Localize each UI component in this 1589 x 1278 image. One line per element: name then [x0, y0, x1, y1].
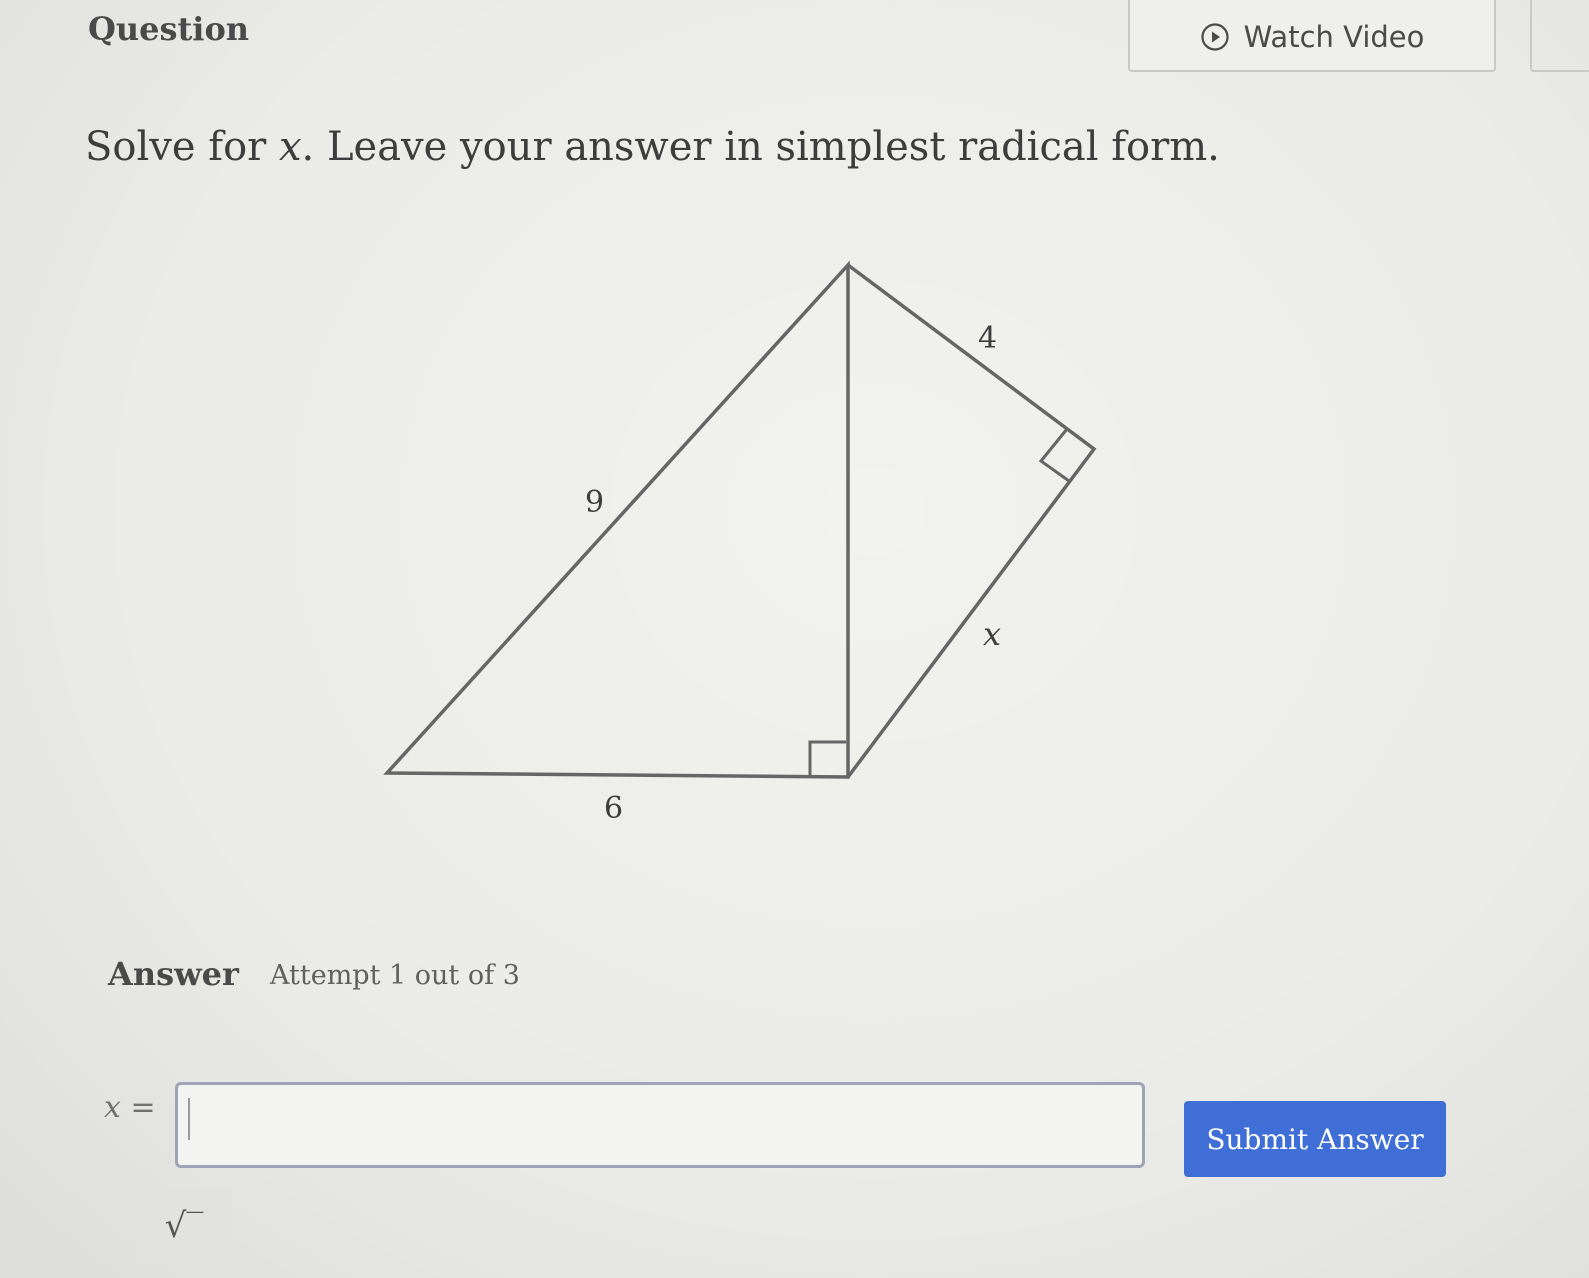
left-triangle [383, 260, 850, 779]
submit-answer-button[interactable]: Submit Answer [1184, 1101, 1446, 1177]
sqrt-button[interactable]: √‾ [136, 1188, 232, 1264]
attempt-counter: Attempt 1 out of 3 [270, 960, 520, 991]
label-x: x [983, 615, 1001, 653]
answer-prefix-equals: = [120, 1090, 156, 1125]
right-triangle [846, 263, 1097, 779]
answer-prefix-variable: x [104, 1090, 121, 1125]
right-angle-bottom [808, 740, 846, 776]
answer-prefix: x = [104, 1090, 156, 1125]
label-6: 6 [604, 791, 623, 826]
label-4: 4 [978, 321, 997, 356]
answer-label: Answer [108, 955, 239, 993]
text-caret [188, 1098, 190, 1140]
right-angle-top [1038, 428, 1070, 483]
label-9: 9 [585, 485, 604, 520]
answer-input[interactable] [175, 1082, 1145, 1168]
